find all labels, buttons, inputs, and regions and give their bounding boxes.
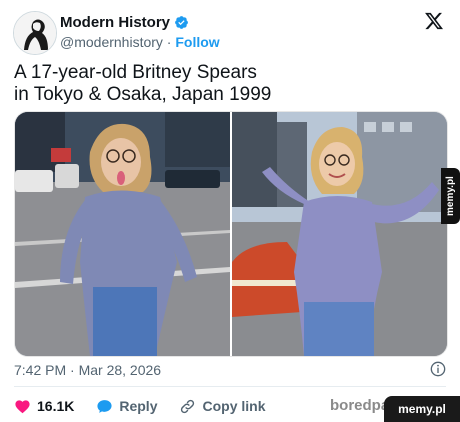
photo-osaka-image: [232, 112, 447, 356]
handle-row: @modernhistory · Follow: [60, 34, 220, 50]
like-button[interactable]: 16.1K: [14, 398, 74, 415]
photo-tokyo[interactable]: [15, 112, 230, 356]
boredpanda-watermark: boredpa: [330, 397, 390, 414]
follow-button[interactable]: Follow: [175, 34, 219, 50]
x-logo-icon[interactable]: [424, 11, 444, 31]
display-name[interactable]: Modern History: [60, 14, 170, 31]
like-count: 16.1K: [37, 398, 75, 414]
divider: [14, 386, 446, 387]
verified-badge-icon: [175, 16, 188, 29]
photo-tokyo-image: [15, 112, 230, 356]
reply-icon: [97, 399, 112, 413]
bust-icon: [14, 12, 56, 54]
reply-label: Reply: [119, 398, 158, 414]
action-bar: 16.1K Reply Copy link: [14, 396, 266, 416]
separator: ·: [162, 34, 176, 50]
photo-osaka[interactable]: [232, 112, 447, 356]
handle[interactable]: @modernhistory: [60, 34, 163, 50]
memy-watermark: memy.pl: [384, 396, 460, 422]
timestamp[interactable]: 7:42 PM · Mar 28, 2026: [14, 362, 161, 378]
tweet-header: Modern History @modernhistory · Follow: [13, 11, 446, 55]
tweet-media[interactable]: [14, 111, 448, 357]
tweet-text: A 17-year-old Britney Spears in Tokyo & …: [14, 62, 272, 105]
info-icon[interactable]: [430, 361, 446, 377]
memy-side-watermark: memy.pl: [441, 168, 460, 224]
link-icon: [181, 399, 195, 413]
copy-link-label: Copy link: [202, 398, 266, 414]
reply-button[interactable]: Reply: [96, 398, 157, 415]
avatar[interactable]: [13, 11, 57, 55]
copy-link-button[interactable]: Copy link: [179, 398, 266, 415]
heart-icon: [15, 399, 30, 413]
display-name-row: Modern History: [60, 14, 220, 31]
